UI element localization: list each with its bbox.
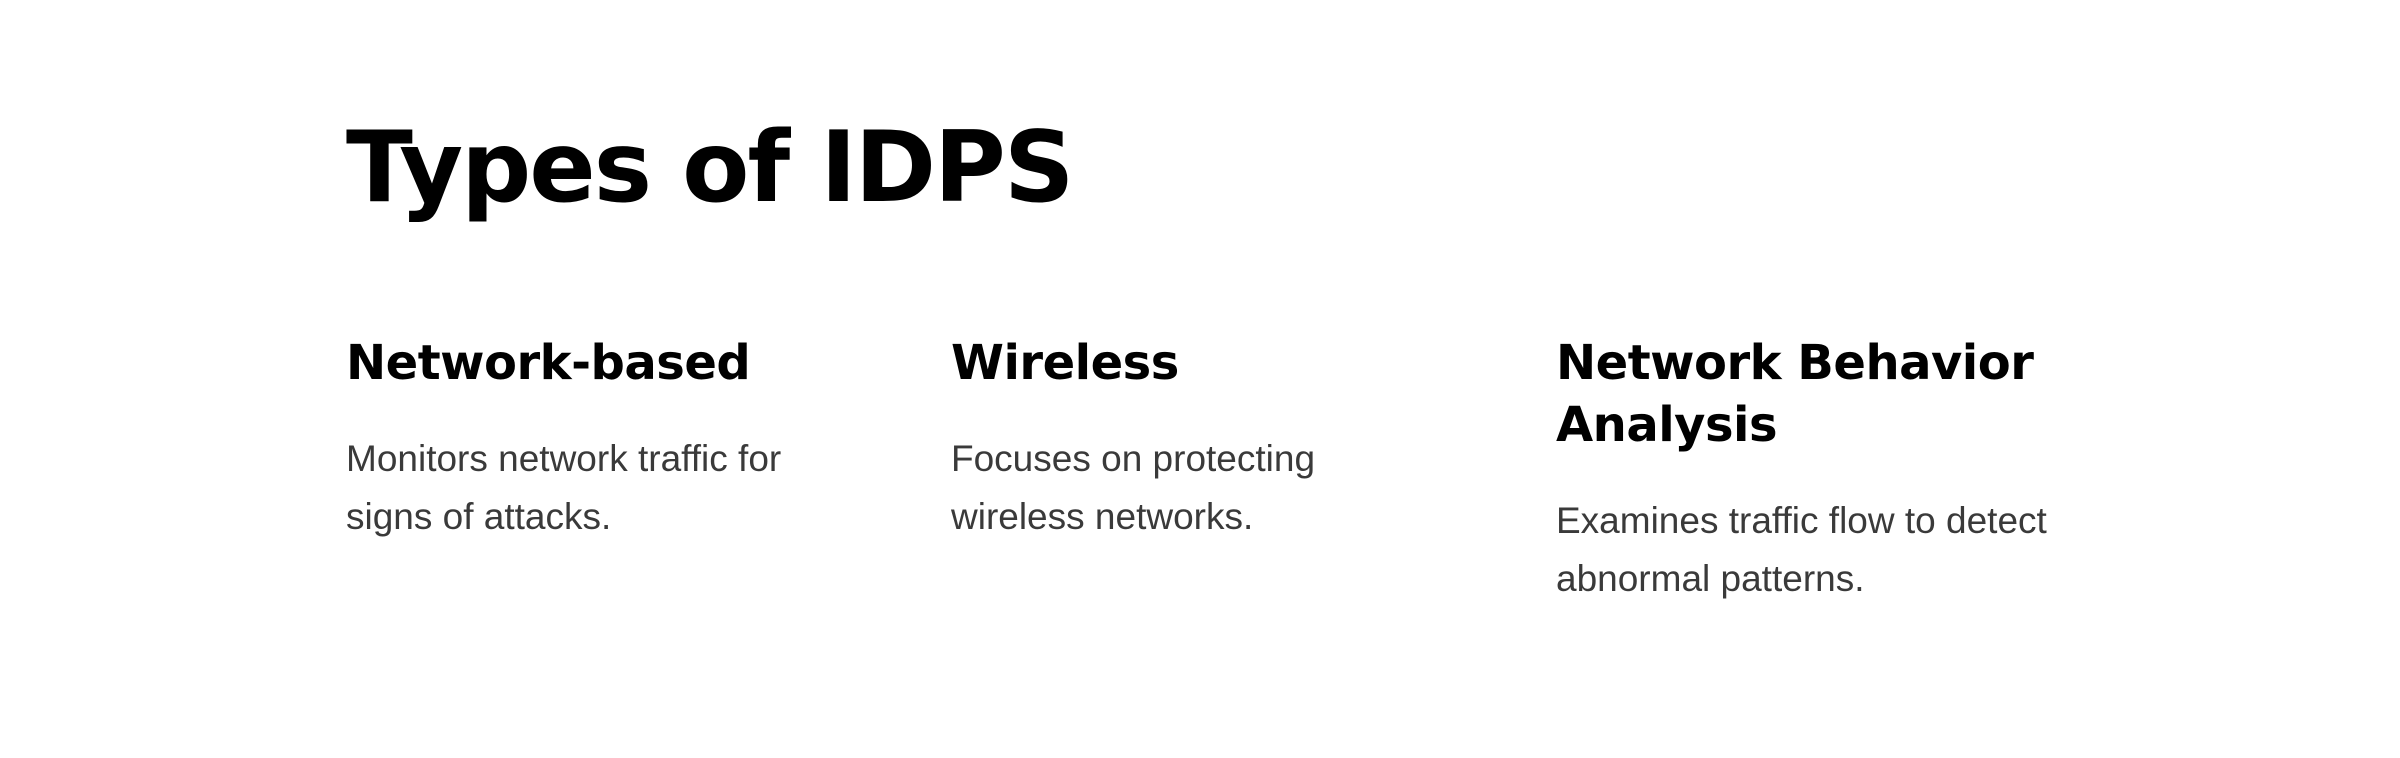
card-title: Wireless [951,335,1179,391]
idps-type-card-network-behavior-analysis: Network Behavior Analysis Examines traff… [1556,332,2116,608]
idps-type-card-network-based: Network-based Monitors network traffic f… [346,332,906,546]
idps-type-card-wireless: Wireless Focuses on protecting wireless … [951,332,1511,546]
card-description: Examines traffic flow to detect abnormal… [1556,500,2047,599]
card-description: Focuses on protecting wireless networks. [951,438,1316,537]
card-title: Network-based [346,335,751,391]
slide: Types of IDPS Network-based Monitors net… [0,0,2400,758]
page-title: Types of IDPS [346,111,1074,225]
card-title: Network Behavior Analysis [1556,335,2034,453]
card-description: Monitors network traffic for signs of at… [346,438,782,537]
